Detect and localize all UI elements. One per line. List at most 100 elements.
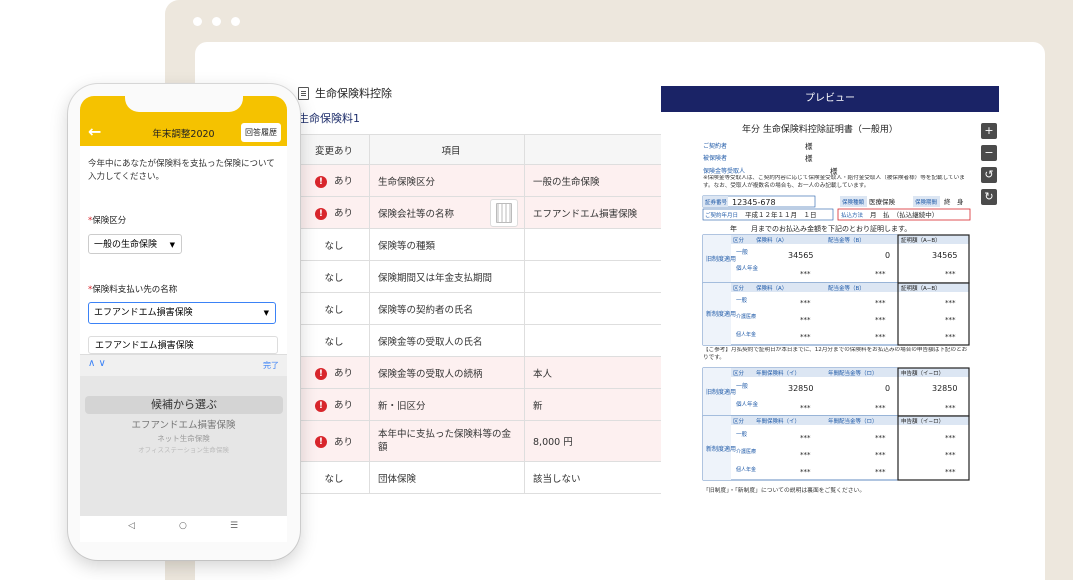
- cert-label: 新制度適用: [706, 310, 736, 318]
- masked-amount: ***: [800, 316, 811, 324]
- rotate-left-icon[interactable]: ↺: [981, 167, 997, 183]
- table-row[interactable]: なし 保険等の契約者の氏名: [298, 292, 682, 325]
- cert-label: 個人年金: [736, 400, 759, 408]
- masked-amount: ***: [800, 468, 811, 476]
- cert-label: 旧制度適用: [706, 388, 736, 396]
- android-nav-bar: ◁ ○ ☰: [80, 516, 287, 542]
- table-row[interactable]: なし 保険期間又は年金支払期間: [298, 260, 682, 293]
- masked-amount: ***: [945, 468, 956, 476]
- picker-option[interactable]: エフアンドエム損害保険: [80, 417, 287, 431]
- cert-label: 申告額（イ−ロ）: [901, 369, 944, 377]
- page-title: 生命保険料控除: [315, 87, 392, 100]
- suggestion-item[interactable]: エフアンドエム損害保険: [88, 336, 278, 354]
- table-row[interactable]: ! あり 生命保険区分 一般の生命保険: [298, 164, 682, 197]
- item-value[interactable]: エフアンドエム損害保険: [524, 196, 682, 229]
- done-button[interactable]: 完了: [263, 360, 279, 371]
- table-row[interactable]: ! あり 新・旧区分 新: [298, 388, 682, 421]
- phone-screen: ← 年末調整2020 回答履歴 今年中にあなたが保険料を支払った保険について入力…: [80, 96, 287, 542]
- table-row[interactable]: ! あり 本年中に支払った保険料等の金額 8,000 円: [298, 420, 682, 462]
- field-label-text: 保険区分: [92, 216, 127, 226]
- item-label: 保険金等の受取人の氏名: [369, 324, 525, 357]
- table-row[interactable]: なし 保険等の種類: [298, 228, 682, 261]
- amount: 34565: [788, 251, 813, 260]
- field-label: *保険料支払い先の名称: [88, 283, 177, 295]
- item-value[interactable]: 本人: [524, 356, 682, 389]
- warning-icon: !: [314, 175, 327, 188]
- item-value[interactable]: [524, 228, 682, 261]
- item-value[interactable]: 該当しない: [524, 461, 682, 494]
- cert-label: 一般: [736, 296, 748, 304]
- table-row[interactable]: ! あり 保険会社等の名称 エフアンドエム損害保険: [298, 196, 682, 229]
- cert-label: 保険料（A）: [756, 284, 787, 292]
- page-header: 生命保険料控除: [298, 82, 498, 104]
- window-dot: [193, 17, 202, 26]
- item-value[interactable]: [524, 292, 682, 325]
- item-label: 本年中に支払った保険料等の金額: [369, 420, 525, 462]
- cert-label: 新制度適用: [706, 445, 736, 453]
- cert-label: 旧制度適用: [706, 255, 736, 263]
- rotate-right-icon[interactable]: ↻: [981, 189, 997, 205]
- recents-nav-icon[interactable]: ☰: [230, 521, 238, 531]
- cert-label: 一般: [736, 382, 748, 390]
- col-header-item: 項目: [369, 134, 525, 165]
- item-value[interactable]: [524, 324, 682, 357]
- cert-text: 平成１２年１１月 １日: [745, 210, 817, 219]
- item-label: 保険等の契約者の氏名: [369, 292, 525, 325]
- picker-option[interactable]: オフィスステーション生命保険: [80, 444, 287, 454]
- change-flag: なし: [298, 228, 370, 261]
- item-value[interactable]: 一般の生命保険: [524, 164, 682, 197]
- table-row[interactable]: なし 団体保険 該当しない: [298, 461, 682, 494]
- item-value[interactable]: [524, 260, 682, 293]
- option-picker[interactable]: 候補から選ぶ エフアンドエム損害保険 ネット生命保険 オフィスステーション生命保…: [80, 376, 287, 516]
- item-value[interactable]: 8,000 円: [524, 420, 682, 462]
- amount: 0: [885, 384, 890, 393]
- picker-option[interactable]: ネット生命保険: [80, 433, 287, 444]
- dropdown-caret-icon: ▼: [169, 241, 175, 249]
- cert-label: 払込方法: [841, 211, 864, 219]
- back-nav-icon[interactable]: ◁: [128, 521, 135, 531]
- amount: 34565: [932, 251, 957, 260]
- zoom-in-button[interactable]: +: [981, 123, 997, 139]
- item-label: 保険会社等の名称: [378, 208, 455, 220]
- cert-text: 終 身: [944, 197, 964, 206]
- warning-icon: !: [314, 436, 327, 449]
- building-image-icon[interactable]: [490, 198, 518, 227]
- cert-label: 証明額（A−B）: [901, 236, 941, 244]
- up-down-arrows-icon[interactable]: ∧ ∨: [88, 358, 106, 369]
- masked-amount: ***: [875, 451, 886, 459]
- payee-select[interactable]: エフアンドエム損害保険 ▼: [88, 302, 276, 324]
- amount: 32850: [932, 384, 957, 393]
- cert-label: 年間配当金等（ロ）: [828, 369, 878, 377]
- item-label: 保険等の種類: [369, 228, 525, 261]
- home-nav-icon[interactable]: ○: [179, 521, 187, 531]
- select-value: 一般の生命保険: [94, 240, 158, 250]
- col-header-change: 変更あり: [298, 134, 370, 165]
- col-header-value: [524, 134, 682, 165]
- masked-amount: ***: [875, 270, 886, 278]
- change-flag: あり: [333, 436, 353, 448]
- certificate-image: 年分 生命保険料控除証明書（一般用） ご契約者 様 被保険者 様 保険金等受取人…: [702, 123, 971, 494]
- history-button[interactable]: 回答履歴: [241, 123, 281, 142]
- masked-amount: ***: [800, 434, 811, 442]
- masked-amount: ***: [875, 299, 886, 307]
- cert-text: 様: [805, 141, 813, 151]
- warning-icon: !: [314, 399, 327, 412]
- zoom-out-button[interactable]: −: [981, 145, 997, 161]
- picker-selected[interactable]: 候補から選ぶ: [85, 396, 283, 414]
- table-row[interactable]: なし 保険金等の受取人の氏名: [298, 324, 682, 357]
- change-flag: なし: [298, 324, 370, 357]
- cert-label: 個人年金: [736, 264, 759, 272]
- masked-amount: ***: [800, 299, 811, 307]
- cert-text: 医療保険: [869, 197, 896, 206]
- item-value[interactable]: 新: [524, 388, 682, 421]
- insurance-type-select[interactable]: 一般の生命保険 ▼: [88, 234, 182, 254]
- change-flag: あり: [333, 400, 353, 412]
- table-header-row: 変更あり 項目: [298, 134, 682, 165]
- change-flag: なし: [298, 260, 370, 293]
- cert-label: 証明額（A−B）: [901, 284, 941, 292]
- cert-label: 区分: [733, 236, 745, 244]
- cert-label: 介護医療: [736, 448, 756, 455]
- cert-label: ご契約年月日: [705, 211, 738, 219]
- table-row[interactable]: ! あり 保険金等の受取人の続柄 本人: [298, 356, 682, 389]
- masked-amount: ***: [875, 434, 886, 442]
